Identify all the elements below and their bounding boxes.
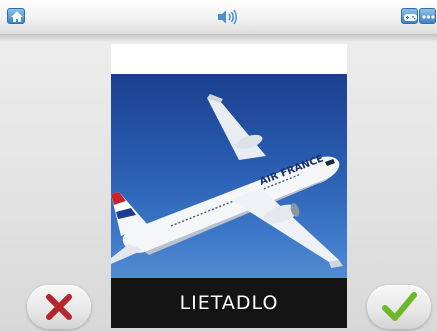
right-answer-button[interactable] [367, 285, 431, 329]
toolbar-shadow [0, 34, 437, 42]
more-button[interactable] [419, 8, 436, 24]
game-button[interactable] [401, 8, 418, 24]
wrong-answer-button[interactable] [27, 285, 91, 329]
home-icon [11, 11, 23, 22]
home-button[interactable] [7, 8, 25, 24]
airplane-illustration: AIR FRANCE [111, 94, 343, 268]
speaker-icon[interactable] [216, 9, 238, 25]
top-toolbar [0, 0, 437, 34]
checkmark-icon [382, 292, 417, 321]
airplane-photo: AIR FRANCE [111, 74, 347, 292]
flashcard-word: LIETADLO [179, 292, 279, 314]
word-label-bar: LIETADLO [111, 278, 347, 328]
gamepad-icon [404, 14, 417, 21]
cross-icon [46, 294, 72, 320]
flashcard: AIR FRANCE LIETADLO [111, 44, 347, 328]
ellipsis-icon [422, 15, 435, 19]
